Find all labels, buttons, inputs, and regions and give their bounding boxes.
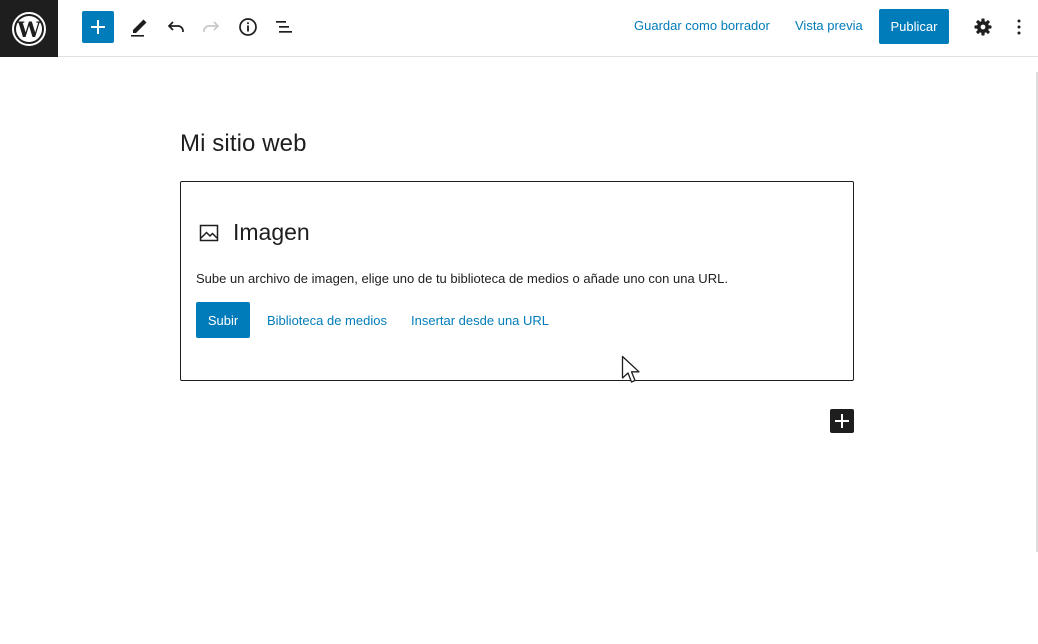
undo-button[interactable] (159, 10, 193, 44)
publish-button[interactable]: Publicar (879, 9, 949, 44)
options-button[interactable] (1002, 10, 1036, 44)
block-instructions: Sube un archivo de imagen, elige uno de … (196, 271, 728, 286)
block-label: Imagen (233, 219, 310, 245)
preview-button[interactable]: Vista previa (795, 18, 863, 33)
plus-icon (91, 20, 105, 34)
undo-icon (167, 21, 184, 32)
details-button[interactable] (231, 10, 265, 44)
redo-button[interactable] (194, 10, 228, 44)
add-block-inline-button[interactable] (830, 409, 854, 433)
gear-icon (974, 18, 992, 36)
redo-icon (203, 21, 220, 32)
editor-header: W Guardar como borrador Vista previa Pub… (0, 0, 1038, 57)
post-title[interactable]: Mi sitio web (180, 130, 307, 158)
pencil-icon (131, 19, 147, 37)
save-draft-button[interactable]: Guardar como borrador (634, 18, 770, 33)
info-icon (239, 18, 257, 36)
list-view-icon (276, 21, 292, 33)
insert-from-url-button[interactable]: Insertar desde una URL (411, 313, 549, 328)
add-block-button[interactable] (82, 11, 114, 43)
settings-button[interactable] (966, 10, 1000, 44)
image-icon (199, 224, 219, 242)
svg-text:W: W (16, 17, 41, 42)
list-view-button[interactable] (267, 10, 301, 44)
wordpress-logo-icon[interactable]: W (0, 0, 58, 57)
more-vertical-icon (1017, 19, 1021, 35)
mouse-cursor-icon (621, 355, 640, 383)
plus-icon (835, 414, 849, 428)
media-library-button[interactable]: Biblioteca de medios (267, 313, 387, 328)
tools-button[interactable] (122, 10, 156, 44)
image-block-placeholder[interactable]: Imagen Sube un archivo de imagen, elige … (180, 181, 854, 381)
upload-button[interactable]: Subir (196, 302, 250, 338)
